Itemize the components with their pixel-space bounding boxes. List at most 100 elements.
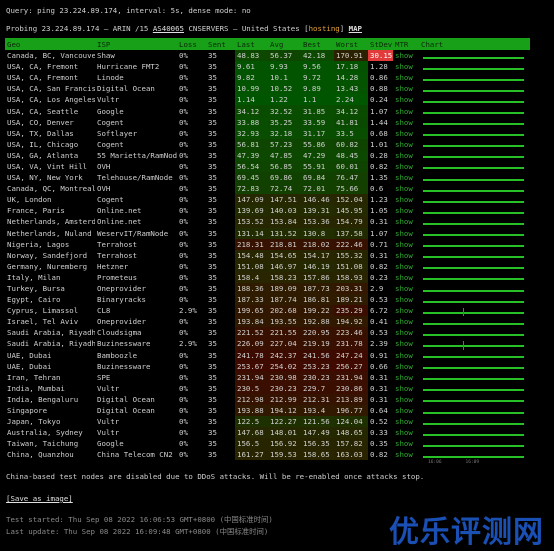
loss-cell: 0% <box>179 428 188 438</box>
geo-cell: USA, NY, New York <box>7 173 83 183</box>
mtr-show-link[interactable]: show <box>393 316 419 327</box>
mtr-show-link[interactable]: show <box>393 261 419 272</box>
mtr-show-link[interactable]: show <box>393 83 419 94</box>
mtr-show-link[interactable]: show <box>393 416 419 427</box>
worst-cell: 196.77 <box>334 405 368 417</box>
geo-cell: Australia, Sydney <box>7 428 83 438</box>
avg-cell: 9.93 <box>268 61 301 73</box>
mtr-show-link[interactable]: show <box>393 61 419 72</box>
loss-cell: 0% <box>179 394 188 404</box>
avg-cell: 131.52 <box>268 227 301 239</box>
mtr-show-link[interactable]: show <box>393 383 419 394</box>
isp-cell: Online.net <box>97 206 142 216</box>
save-as-image-link[interactable]: [Save as image] <box>6 494 73 503</box>
mtr-show-link[interactable]: show <box>393 183 419 194</box>
latency-sparkline <box>419 350 530 361</box>
asn-link[interactable]: AS40065 <box>153 24 184 33</box>
mtr-show-link[interactable]: show <box>393 228 419 239</box>
mtr-show-link[interactable]: show <box>393 449 419 460</box>
stdev-cell: 0.6 <box>370 184 384 194</box>
mtr-show-link[interactable]: show <box>393 50 419 61</box>
mtr-show-link[interactable]: show <box>393 394 419 405</box>
last-cell: 1.14 <box>235 94 268 106</box>
geo-cell: India, Bengaluru <box>7 394 79 404</box>
sparkline-bar <box>423 411 524 414</box>
mtr-show-link[interactable]: show <box>393 283 419 294</box>
best-cell: 31.17 <box>301 127 334 139</box>
last-cell: 154.48 <box>235 249 268 261</box>
sent-cell: 35 <box>208 139 217 149</box>
mtr-show-link[interactable]: show <box>393 305 419 316</box>
mtr-show-link[interactable]: show <box>393 150 419 161</box>
last-cell: 158.4 <box>235 271 268 283</box>
table-row: Cyprus, Limassol CL8 2.9% 35 199.65 202.68 199… <box>5 305 530 317</box>
table-row: USA, TX, Dallas Softlayer 0% 35 32.93 32.18 31… <box>5 127 530 139</box>
last-cell: 131.14 <box>235 227 268 239</box>
best-cell: 130.8 <box>301 227 334 239</box>
sent-cell: 35 <box>208 51 217 61</box>
stdev-cell: 0.88 <box>370 84 388 94</box>
isp-cell: Vultr <box>97 383 120 393</box>
loss-cell: 0% <box>179 439 188 449</box>
mtr-show-link[interactable]: show <box>393 105 419 116</box>
sparkline-bar <box>423 367 524 370</box>
mtr-show-link[interactable]: show <box>393 216 419 227</box>
sparkline-bar <box>423 89 524 92</box>
chart-axis-start: 16:06 <box>428 460 442 465</box>
best-cell: 193.4 <box>301 405 334 417</box>
loss-cell: 0% <box>179 73 188 83</box>
geo-cell: Taiwan, Taichung <box>7 439 79 449</box>
column-header: Last <box>235 38 268 50</box>
worst-cell: 163.03 <box>334 449 368 461</box>
avg-cell: 218.81 <box>268 238 301 250</box>
last-cell: 48.83 <box>235 50 268 62</box>
mtr-show-link[interactable]: show <box>393 427 419 438</box>
mtr-show-link[interactable]: show <box>393 361 419 372</box>
stdev-cell: 1.44 <box>370 117 388 127</box>
mtr-show-link[interactable]: show <box>393 161 419 172</box>
sparkline-bar <box>423 211 524 214</box>
loss-cell: 0% <box>179 173 188 183</box>
avg-cell: 159.53 <box>268 449 301 461</box>
mtr-show-link[interactable]: show <box>393 250 419 261</box>
sent-cell: 35 <box>208 228 217 238</box>
mtr-show-link[interactable]: show <box>393 294 419 305</box>
mtr-show-link[interactable]: show <box>393 72 419 83</box>
table-row: India, Mumbai Vultr 0% 35 230.5 230.23 229.7 23… <box>5 382 530 394</box>
last-cell: 32.93 <box>235 127 268 139</box>
mtr-show-link[interactable]: show <box>393 272 419 283</box>
latency-sparkline <box>419 94 530 105</box>
mtr-show-link[interactable]: show <box>393 239 419 250</box>
mtr-show-link[interactable]: show <box>393 338 419 349</box>
sparkline-bar <box>423 145 524 148</box>
mtr-show-link[interactable]: show <box>393 172 419 183</box>
worst-cell: 203.31 <box>334 282 368 295</box>
table-row: USA, CA, Los Angeles Vultr 0% 35 1.14 1.22 1.1… <box>5 94 530 106</box>
mtr-show-link[interactable]: show <box>393 405 419 416</box>
isp-cell: OVH <box>97 161 111 171</box>
isp-cell: Terrahost <box>97 239 138 249</box>
worst-cell: 60.82 <box>334 138 368 150</box>
isp-cell: Vultr <box>97 428 120 438</box>
stdev-cell: 0.31 <box>370 217 388 227</box>
mtr-show-link[interactable]: show <box>393 139 419 150</box>
mtr-show-link[interactable]: show <box>393 194 419 205</box>
mtr-show-link[interactable]: show <box>393 94 419 105</box>
test-started: Test started: Thu Sep 08 2022 16:06:53 G… <box>6 515 273 524</box>
mtr-show-link[interactable]: show <box>393 117 419 128</box>
mtr-show-link[interactable]: show <box>393 438 419 449</box>
sent-cell: 35 <box>208 239 217 249</box>
latency-sparkline <box>419 272 530 283</box>
latency-sparkline <box>419 383 530 394</box>
mtr-show-link[interactable]: show <box>393 128 419 139</box>
loss-cell: 0% <box>179 450 188 460</box>
mtr-show-link[interactable]: show <box>393 327 419 338</box>
sent-cell: 35 <box>208 106 217 116</box>
mtr-show-link[interactable]: show <box>393 205 419 216</box>
isp-cell: Softlayer <box>97 128 138 138</box>
mtr-show-link[interactable]: show <box>393 350 419 361</box>
mtr-show-link[interactable]: show <box>393 372 419 383</box>
map-link[interactable]: MAP <box>349 24 362 33</box>
column-header: Best <box>301 38 334 50</box>
best-cell: 146.19 <box>301 260 334 272</box>
